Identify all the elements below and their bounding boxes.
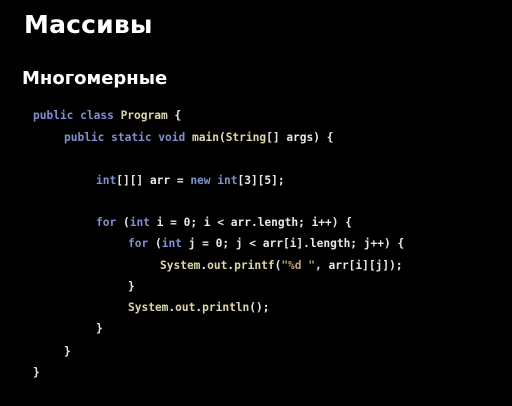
code-token: public class (33, 109, 121, 122)
code-token: System (160, 259, 201, 272)
code-token: [3][5]; (237, 174, 285, 187)
code-token: int (161, 237, 189, 250)
code-token: for (128, 237, 155, 250)
code-token: main (191, 131, 219, 144)
code-line-2: public static void main(String[] args) { (64, 131, 333, 145)
code-line-11: } (33, 366, 40, 380)
code-line-1: public class Program { (33, 109, 181, 123)
code-token: out (175, 301, 196, 314)
code-token: String (225, 131, 267, 144)
code-line-4: for (int i = 0; i < arr.length; i++) { (96, 216, 352, 230)
code-token: , arr[i][j]); (315, 259, 403, 272)
code-token: ( (122, 216, 130, 229)
code-line-3: int[][] arr = new int[3][5]; (96, 174, 285, 188)
code-token: new int (190, 174, 238, 187)
code-token: int (129, 216, 157, 229)
code-token: public static void (64, 131, 192, 144)
code-token: out (207, 259, 228, 272)
code-token: "%d " (281, 259, 315, 272)
code-token: } (33, 366, 40, 379)
code-token: ( (154, 237, 162, 250)
code-token: } (96, 322, 103, 335)
code-line-7: } (128, 280, 135, 294)
code-block: public class Program { public static voi… (0, 0, 512, 406)
code-token: } (64, 345, 71, 358)
code-token: { (167, 109, 182, 122)
code-line-9: } (96, 322, 103, 336)
code-token: int (96, 174, 117, 187)
code-line-5: for (int j = 0; j < arr[i].length; j++) … (128, 237, 404, 251)
code-token: for (96, 216, 123, 229)
code-token: System (128, 301, 169, 314)
code-token: } (128, 280, 135, 293)
code-token: (); (249, 301, 270, 314)
code-line-6: System.out.printf("%d ", arr[i][j]); (160, 259, 403, 273)
code-line-8: System.out.println(); (128, 301, 270, 315)
code-token: println (202, 301, 250, 314)
code-token: Program (120, 109, 168, 122)
code-token: j = 0; j < arr[i].length; j++) { (188, 237, 405, 250)
code-token: ( (218, 131, 226, 144)
presentation-slide: Массивы Многомерные public class Program… (0, 0, 512, 406)
code-token: [][] arr = (116, 174, 191, 187)
code-line-10: } (64, 345, 71, 359)
code-token: [] args) { (266, 131, 334, 144)
code-token: i = 0; i < arr.length; i++) { (156, 216, 352, 229)
code-token: printf (234, 259, 275, 272)
